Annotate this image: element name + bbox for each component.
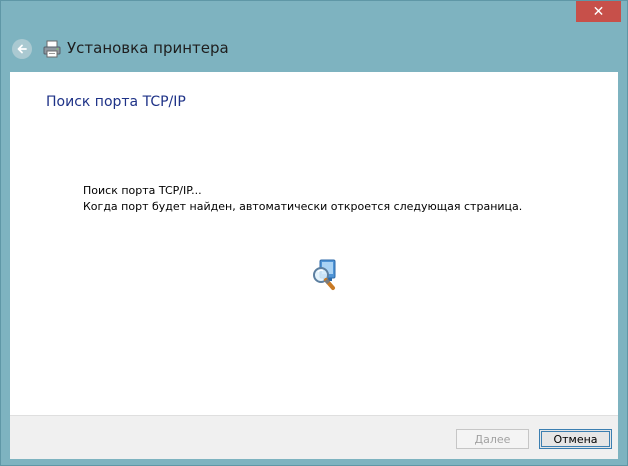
page-heading: Поиск порта TCP/IP (46, 94, 186, 110)
printer-setup-window: ✕ Установка принтера Поиск порта TCP/IP … (0, 0, 628, 466)
wizard-footer: Далее Отмена (10, 415, 618, 459)
cancel-button[interactable]: Отмена (539, 429, 612, 449)
header-bar: Установка принтера (1, 29, 627, 69)
close-icon: ✕ (592, 3, 605, 20)
next-button[interactable]: Далее (456, 429, 529, 449)
wizard-content: Поиск порта TCP/IP Поиск порта TCP/IP...… (10, 72, 618, 415)
status-line-1: Поиск порта TCP/IP... (83, 184, 202, 197)
status-message: Поиск порта TCP/IP... Когда порт будет н… (83, 183, 522, 215)
window-title: Установка принтера (67, 39, 229, 57)
status-line-2: Когда порт будет найден, автоматически о… (83, 200, 523, 213)
close-button[interactable]: ✕ (576, 1, 621, 22)
next-button-label: Далее (474, 432, 511, 446)
back-arrow-icon (17, 44, 27, 54)
cancel-button-label: Отмена (553, 432, 598, 446)
back-button[interactable] (12, 39, 32, 59)
printer-icon (43, 40, 61, 58)
search-port-icon (313, 259, 336, 290)
